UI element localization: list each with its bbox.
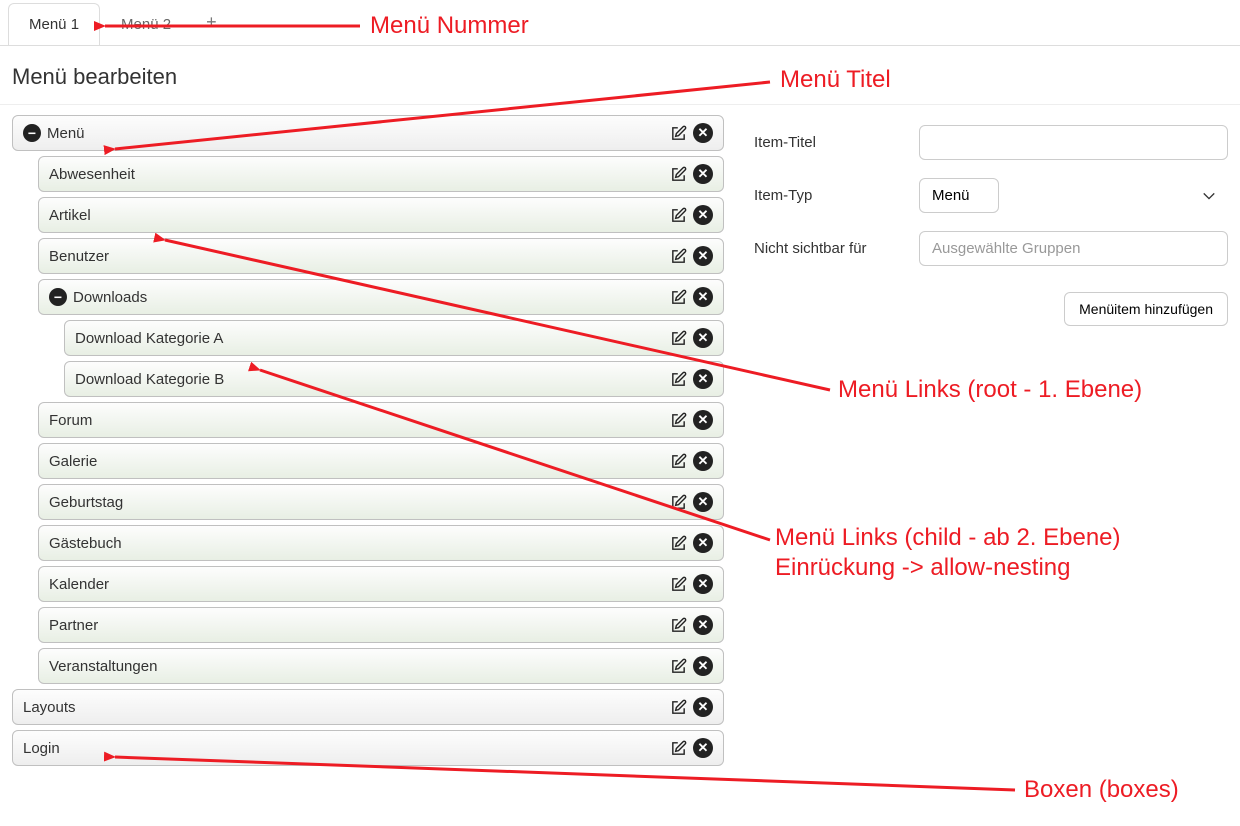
delete-icon[interactable]: ✕ — [693, 656, 713, 676]
menu-item-download-a[interactable]: Download Kategorie A ✕ — [64, 320, 724, 356]
delete-icon[interactable]: ✕ — [693, 492, 713, 512]
item-label: Geburtstag — [49, 494, 123, 511]
item-label: Menü — [47, 125, 85, 142]
edit-icon[interactable] — [668, 287, 688, 307]
menu-item-gaestebuch[interactable]: Gästebuch ✕ — [38, 525, 724, 561]
item-label: Galerie — [49, 453, 97, 470]
item-title-label: Item-Titel — [754, 134, 919, 151]
page-title: Menü bearbeiten — [0, 46, 1240, 105]
item-form: Item-Titel Item-Typ Menü Nicht sichtbar … — [754, 115, 1228, 771]
tab-label: Menü 2 — [121, 16, 171, 33]
menu-item-downloads[interactable]: −Downloads ✕ — [38, 279, 724, 315]
delete-icon[interactable]: ✕ — [693, 533, 713, 553]
edit-icon[interactable] — [668, 574, 688, 594]
tab-menu-1[interactable]: Menü 1 — [8, 3, 100, 45]
item-label: Artikel — [49, 207, 91, 224]
edit-icon[interactable] — [668, 615, 688, 635]
plus-icon: + — [206, 12, 217, 32]
delete-icon[interactable]: ✕ — [693, 164, 713, 184]
menu-item-geburtstag[interactable]: Geburtstag ✕ — [38, 484, 724, 520]
delete-icon[interactable]: ✕ — [693, 697, 713, 717]
item-label: Forum — [49, 412, 92, 429]
tab-add-button[interactable]: + — [192, 2, 231, 43]
edit-icon[interactable] — [668, 164, 688, 184]
item-label: Kalender — [49, 576, 109, 593]
collapse-icon[interactable]: − — [23, 124, 41, 142]
menu-root-item[interactable]: − Menü ✕ — [12, 115, 724, 151]
delete-icon[interactable]: ✕ — [693, 328, 713, 348]
item-label: Downloads — [73, 289, 147, 306]
edit-icon[interactable] — [668, 656, 688, 676]
edit-icon[interactable] — [668, 246, 688, 266]
item-label: Benutzer — [49, 248, 109, 265]
edit-icon[interactable] — [668, 123, 688, 143]
edit-icon[interactable] — [668, 410, 688, 430]
menu-item-galerie[interactable]: Galerie ✕ — [38, 443, 724, 479]
delete-icon[interactable]: ✕ — [693, 410, 713, 430]
menu-item-layouts[interactable]: Layouts ✕ — [12, 689, 724, 725]
add-item-button[interactable]: Menüitem hinzufügen — [1064, 292, 1228, 326]
collapse-icon[interactable]: − — [49, 288, 67, 306]
edit-icon[interactable] — [668, 697, 688, 717]
hidden-for-input[interactable] — [919, 231, 1228, 266]
edit-icon[interactable] — [668, 738, 688, 758]
edit-icon[interactable] — [668, 492, 688, 512]
tab-label: Menü 1 — [29, 16, 79, 33]
tab-menu-2[interactable]: Menü 2 — [100, 3, 192, 45]
menu-item-veranstaltungen[interactable]: Veranstaltungen ✕ — [38, 648, 724, 684]
menu-item-login[interactable]: Login ✕ — [12, 730, 724, 766]
menu-item-download-b[interactable]: Download Kategorie B ✕ — [64, 361, 724, 397]
item-type-select[interactable]: Menü — [919, 178, 999, 213]
item-label: Partner — [49, 617, 98, 634]
chevron-down-icon — [1202, 189, 1216, 203]
item-label: Abwesenheit — [49, 166, 135, 183]
delete-icon[interactable]: ✕ — [693, 574, 713, 594]
hidden-for-label: Nicht sichtbar für — [754, 240, 919, 257]
tabs-bar: Menü 1 Menü 2 + — [0, 0, 1240, 46]
menu-item-abwesenheit[interactable]: Abwesenheit ✕ — [38, 156, 724, 192]
menu-item-partner[interactable]: Partner ✕ — [38, 607, 724, 643]
item-label: Layouts — [23, 699, 76, 716]
delete-icon[interactable]: ✕ — [693, 615, 713, 635]
item-label: Login — [23, 740, 60, 757]
delete-icon[interactable]: ✕ — [693, 123, 713, 143]
menu-item-benutzer[interactable]: Benutzer ✕ — [38, 238, 724, 274]
delete-icon[interactable]: ✕ — [693, 246, 713, 266]
edit-icon[interactable] — [668, 533, 688, 553]
delete-icon[interactable]: ✕ — [693, 738, 713, 758]
item-label: Download Kategorie A — [75, 330, 223, 347]
edit-icon[interactable] — [668, 328, 688, 348]
item-label: Download Kategorie B — [75, 371, 224, 388]
menu-item-kalender[interactable]: Kalender ✕ — [38, 566, 724, 602]
delete-icon[interactable]: ✕ — [693, 205, 713, 225]
item-label: Gästebuch — [49, 535, 122, 552]
menu-item-forum[interactable]: Forum ✕ — [38, 402, 724, 438]
delete-icon[interactable]: ✕ — [693, 451, 713, 471]
item-label: Veranstaltungen — [49, 658, 157, 675]
delete-icon[interactable]: ✕ — [693, 369, 713, 389]
item-type-label: Item-Typ — [754, 187, 919, 204]
delete-icon[interactable]: ✕ — [693, 287, 713, 307]
menu-item-artikel[interactable]: Artikel ✕ — [38, 197, 724, 233]
edit-icon[interactable] — [668, 451, 688, 471]
edit-icon[interactable] — [668, 205, 688, 225]
menu-tree: − Menü ✕ Abwesenheit ✕ Artikel ✕ — [12, 115, 724, 771]
edit-icon[interactable] — [668, 369, 688, 389]
item-title-input[interactable] — [919, 125, 1228, 160]
